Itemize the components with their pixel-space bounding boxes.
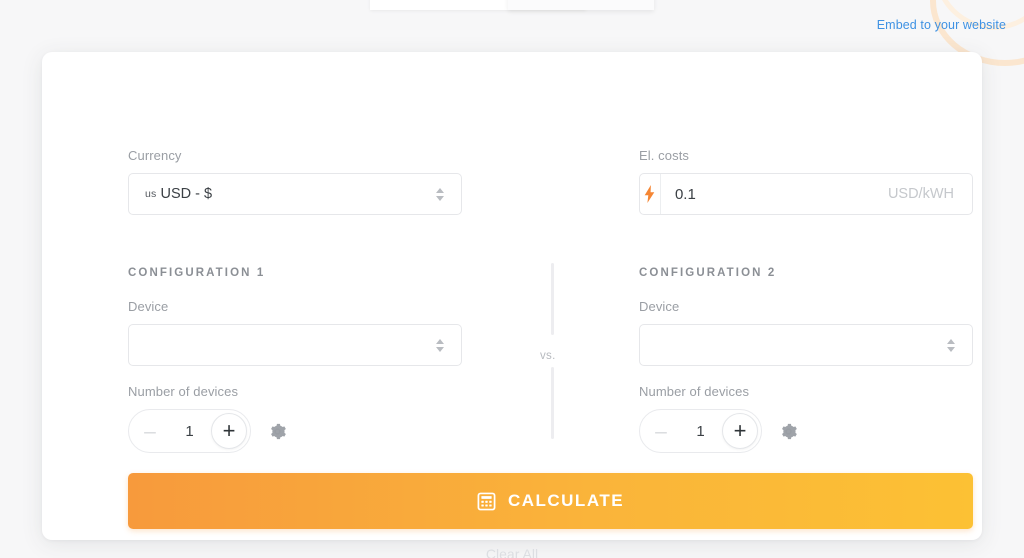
device-count-2-increment[interactable]: + <box>722 413 758 449</box>
chevron-updown-icon <box>946 337 956 353</box>
vs-label: vs. <box>540 350 556 362</box>
calculate-button[interactable]: CALCULATE <box>128 473 973 529</box>
gear-icon[interactable] <box>778 421 798 441</box>
configuration-2-device-field: Device <box>639 299 973 366</box>
electricity-cost-unit: USD/kWH <box>887 186 954 202</box>
device-count-2-label: Number of devices <box>639 384 750 399</box>
electricity-cost-label: El. costs <box>639 148 690 163</box>
gear-icon[interactable] <box>267 421 287 441</box>
device-count-1-value: 1 <box>185 422 194 440</box>
electricity-cost-input-group: USD/kWH <box>639 173 973 215</box>
currency-value-text: USD - $ <box>160 186 213 202</box>
device-count-1-decrement[interactable]: – <box>132 413 168 449</box>
device-2-label: Device <box>639 299 680 314</box>
currency-select[interactable]: us USD - $ <box>128 173 462 215</box>
configuration-2-title: CONFIGURATION 2 <box>639 267 777 279</box>
device-count-1-increment[interactable]: + <box>211 413 247 449</box>
chevron-updown-icon <box>435 337 445 353</box>
configuration-1-device-field: Device <box>128 299 462 366</box>
embed-to-website-link[interactable]: Embed to your website <box>877 18 1006 32</box>
calculator-card: Currency usUSD - $ El. costs USD/kWH CON… <box>42 52 982 558</box>
currency-country-code: us <box>145 188 157 200</box>
currency-field: Currency us USD - $ <box>128 148 462 215</box>
calculator-icon <box>477 492 496 510</box>
clear-all-button[interactable]: Clear All <box>42 546 982 558</box>
device-count-2-stepper: – 1 + <box>639 409 762 453</box>
chevron-updown-icon <box>435 186 445 202</box>
device-count-1-stepper: – 1 + <box>128 409 251 453</box>
device-count-1-label: Number of devices <box>128 384 239 399</box>
device-count-2-value: 1 <box>696 422 705 440</box>
configuration-2-count-field: Number of devices – 1 + <box>639 384 973 453</box>
currency-label: Currency <box>128 148 182 163</box>
electricity-cost-input[interactable] <box>660 174 888 214</box>
device-count-1-row: – 1 + <box>128 409 462 453</box>
device-count-2-decrement[interactable]: – <box>643 413 679 449</box>
calculate-button-label: CALCULATE <box>507 491 625 510</box>
configuration-1-title: CONFIGURATION 1 <box>128 267 266 279</box>
device-count-2-row: – 1 + <box>639 409 973 453</box>
device-1-label: Device <box>128 299 169 314</box>
device-1-select[interactable] <box>128 324 462 366</box>
electricity-cost-field: El. costs USD/kWH <box>639 148 973 215</box>
currency-select-value: us USD - $ <box>145 186 435 202</box>
configuration-1-count-field: Number of devices – 1 + <box>128 384 462 453</box>
device-2-select[interactable] <box>639 324 973 366</box>
lightning-bolt-icon <box>640 174 661 214</box>
background-panel-top-center <box>508 0 654 10</box>
